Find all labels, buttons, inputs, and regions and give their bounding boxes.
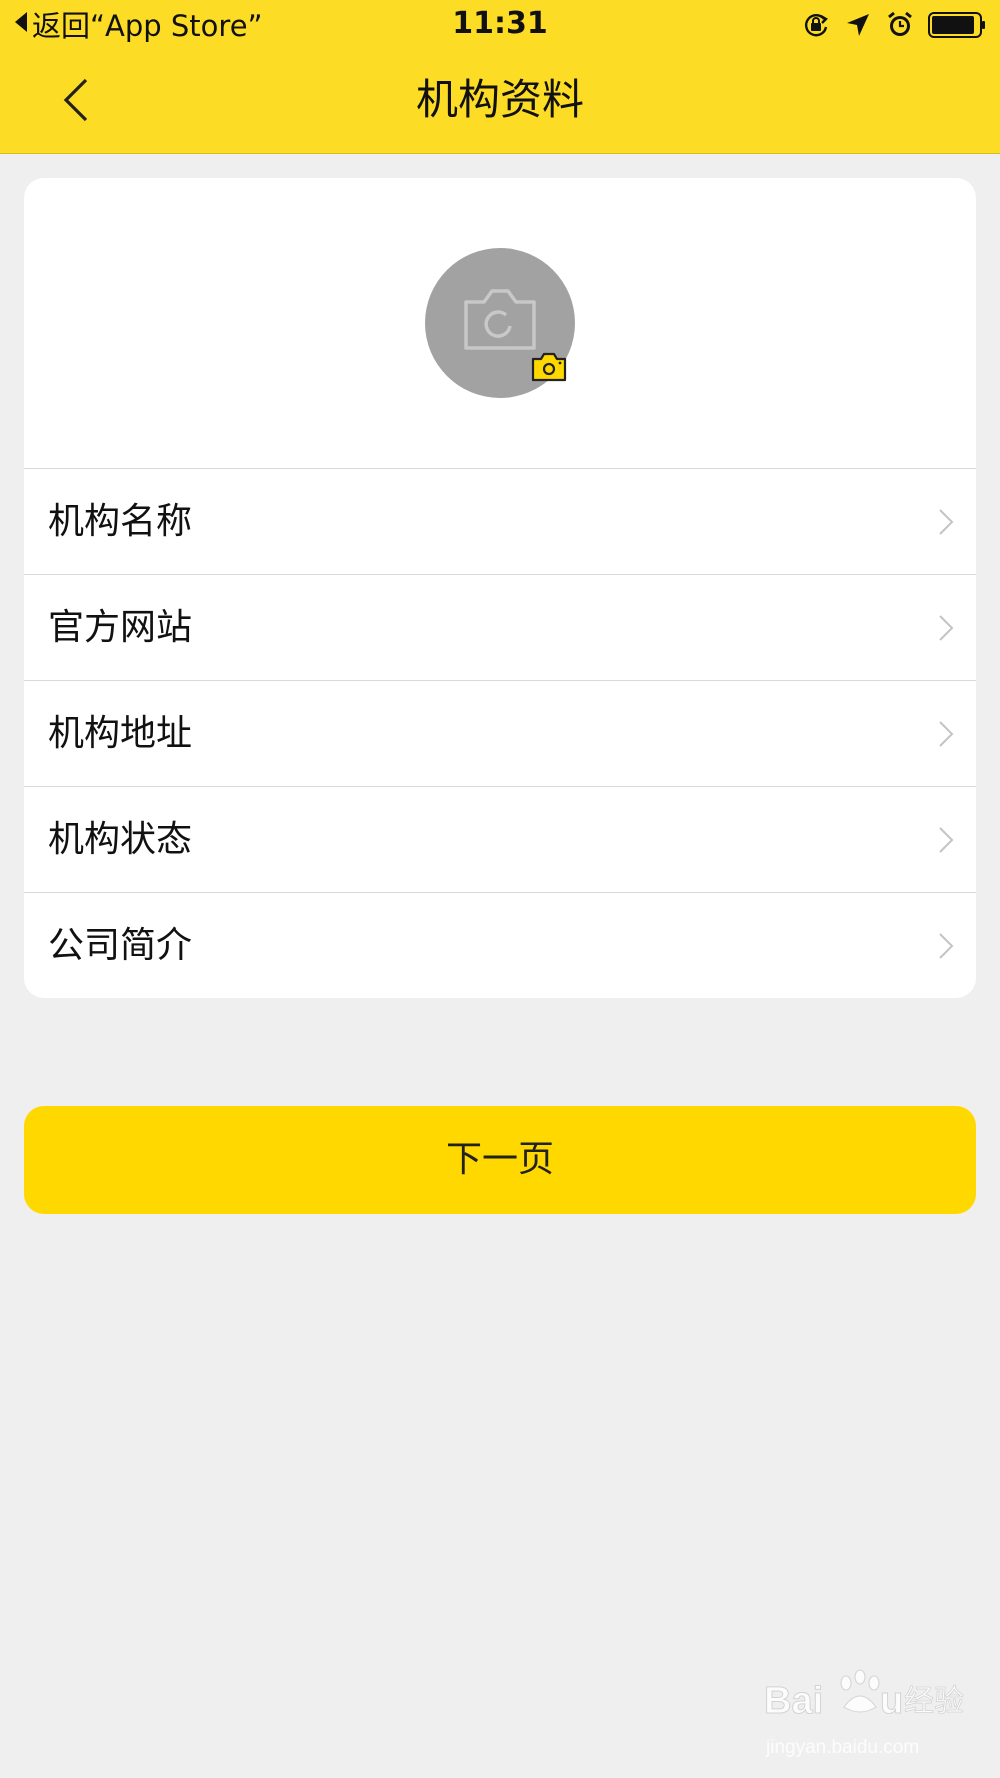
location-arrow-icon bbox=[847, 14, 869, 36]
list-item-website[interactable]: 官方网站 bbox=[24, 574, 976, 680]
profile-card: 机构名称 官方网站 机构地址 机构状态 公司简介 bbox=[24, 178, 976, 998]
chevron-right-icon bbox=[939, 509, 954, 535]
logo-upload-button[interactable] bbox=[425, 248, 575, 398]
camera-icon bbox=[464, 289, 536, 350]
status-icons bbox=[802, 8, 986, 42]
back-button[interactable] bbox=[50, 74, 102, 126]
camera-badge-icon bbox=[531, 352, 567, 382]
list-item-org-name[interactable]: 机构名称 bbox=[24, 468, 976, 574]
nav-bar: 机构资料 bbox=[0, 60, 1000, 140]
list-item-company-intro[interactable]: 公司简介 bbox=[24, 892, 976, 998]
chevron-right-icon bbox=[939, 721, 954, 747]
watermark-url: jingyan.baidu.com bbox=[766, 1737, 920, 1758]
chevron-right-icon bbox=[939, 933, 954, 959]
status-bar: 返回“App Store” 11:31 bbox=[0, 0, 1000, 50]
alarm-icon bbox=[888, 11, 912, 36]
next-page-button[interactable]: 下一页 bbox=[24, 1106, 976, 1214]
list-item-address[interactable]: 机构地址 bbox=[24, 680, 976, 786]
avatar-section bbox=[24, 178, 976, 468]
rotation-lock-icon bbox=[805, 14, 828, 37]
list-item-label: 机构地址 bbox=[48, 713, 193, 754]
header: 返回“App Store” 11:31 机构资料 bbox=[0, 0, 1000, 154]
list-item-status[interactable]: 机构状态 bbox=[24, 786, 976, 892]
baidu-jingyan-watermark: Bai u 经验 jingyan.baidu.com bbox=[764, 1665, 974, 1765]
list-item-label: 官方网站 bbox=[48, 607, 193, 648]
svg-text:u: u bbox=[880, 1680, 903, 1722]
svg-text:经验: 经验 bbox=[904, 1684, 964, 1719]
chevron-right-icon bbox=[939, 615, 954, 641]
chevron-left-icon bbox=[63, 78, 88, 122]
baidu-logo-icon: Bai u 经验 bbox=[764, 1669, 964, 1723]
battery-icon bbox=[928, 12, 985, 38]
list-item-label: 公司简介 bbox=[48, 925, 193, 966]
list-item-label: 机构状态 bbox=[48, 819, 193, 860]
page-title: 机构资料 bbox=[415, 75, 584, 124]
list-item-label: 机构名称 bbox=[48, 501, 193, 542]
chevron-right-icon bbox=[939, 827, 954, 853]
svg-text:Bai: Bai bbox=[764, 1680, 823, 1722]
